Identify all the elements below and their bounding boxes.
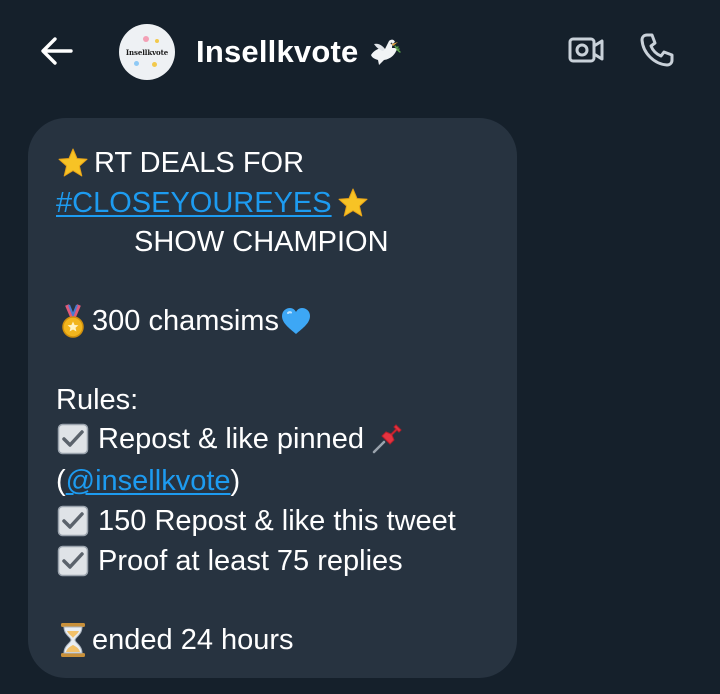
check-box-icon <box>56 504 90 538</box>
video-call-button[interactable] <box>566 36 606 68</box>
star-icon <box>336 186 370 220</box>
contact-name-row[interactable]: Insellkvote <box>196 30 402 74</box>
back-button[interactable] <box>36 32 78 74</box>
mention-link[interactable]: @insellkvote <box>66 461 231 501</box>
avatar[interactable]: Insellkvote <box>119 24 175 80</box>
paren-open: ( <box>56 465 66 497</box>
rules-title: Rules: <box>56 384 139 416</box>
avatar-decoration <box>143 36 149 42</box>
voice-call-button[interactable] <box>636 32 676 72</box>
message-text: 300 chamsims <box>92 305 279 337</box>
blue-heart-icon <box>279 304 313 338</box>
message-text: RT DEALS FOR <box>94 147 305 179</box>
rule-line: 150 Repost & like this tweet <box>56 501 456 541</box>
message-line: SHOW CHAMPION <box>134 222 389 262</box>
rule-line: Proof at least 75 replies <box>56 541 403 581</box>
medal-icon <box>56 304 90 338</box>
rule-line: Repost & like pinned <box>56 419 404 459</box>
check-box-icon <box>56 544 90 578</box>
conversation-header: Insellkvote Insellkvote <box>0 0 720 104</box>
avatar-decoration <box>152 62 157 67</box>
message-line: RT DEALS FOR <box>56 143 304 183</box>
message-text: SHOW CHAMPION <box>134 226 389 258</box>
check-box-icon <box>56 422 90 456</box>
avatar-decoration <box>155 39 159 43</box>
avatar-logo-text: Insellkvote <box>125 47 169 57</box>
contact-name: Insellkvote <box>196 34 359 69</box>
paren-close: ) <box>230 465 241 497</box>
rule-line: ( @insellkvote ) <box>56 461 240 501</box>
message-line: #CLOSEYOUREYES <box>56 183 370 223</box>
rule-text: Proof at least 75 replies <box>98 545 403 577</box>
message-line: ended 24 hours <box>56 620 294 660</box>
deadline-text: ended 24 hours <box>92 624 294 656</box>
arrow-left-icon <box>40 36 74 71</box>
rule-text: Repost & like pinned <box>98 423 364 455</box>
dove-icon <box>366 34 402 70</box>
message-bubble[interactable]: RT DEALS FOR #CLOSEYOUREYES SHOW CHAMPIO… <box>28 118 517 678</box>
dm-conversation-screen: Insellkvote Insellkvote RT DEALS FOR #CL… <box>0 0 720 694</box>
video-camera-icon <box>567 35 605 70</box>
message-line: Rules: <box>56 380 138 420</box>
star-icon <box>56 146 90 180</box>
phone-icon <box>638 32 674 73</box>
pushpin-icon <box>370 422 404 456</box>
hashtag-link[interactable]: #CLOSEYOUREYES <box>56 183 332 223</box>
rule-text: 150 Repost & like this tweet <box>98 505 456 537</box>
hourglass-icon <box>56 623 90 657</box>
message-line: 300 chamsims <box>56 301 313 341</box>
avatar-decoration <box>134 61 139 66</box>
